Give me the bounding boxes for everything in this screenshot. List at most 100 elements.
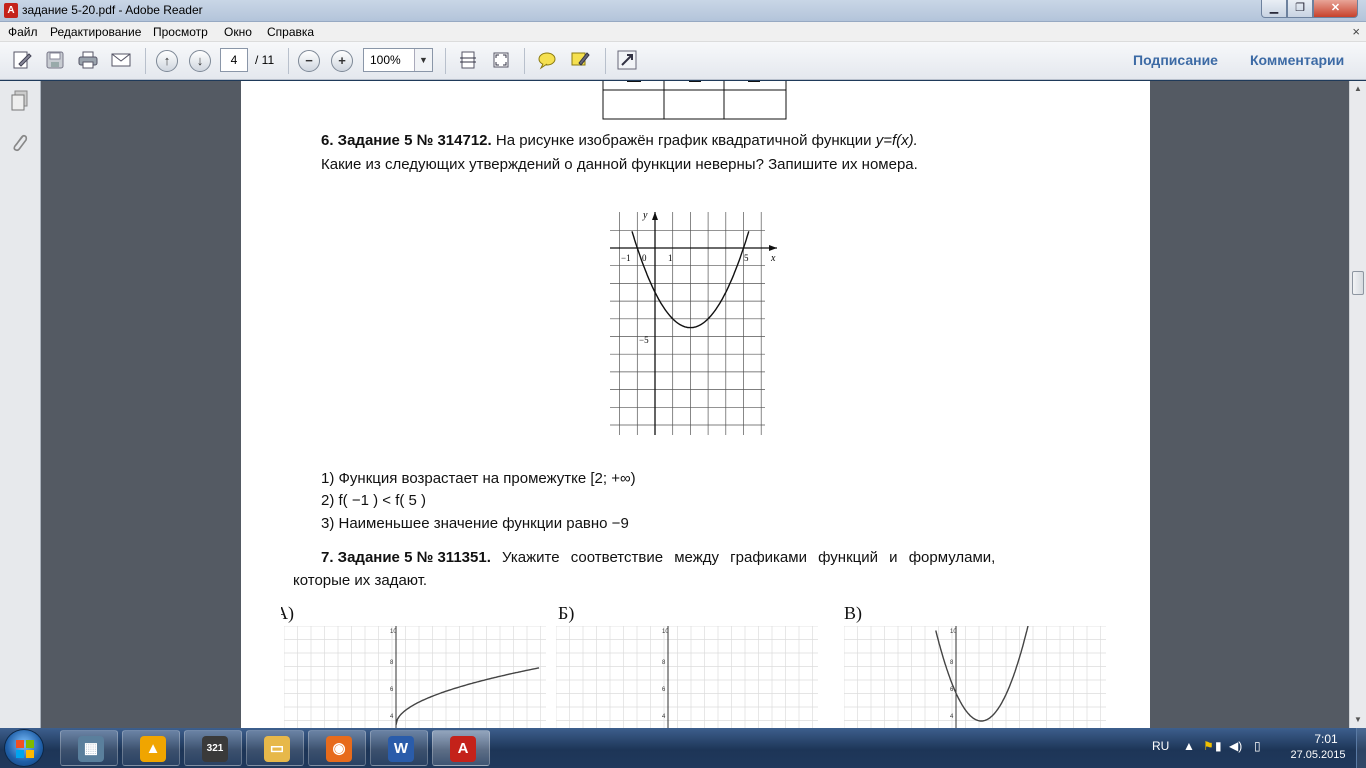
zoom-in-button[interactable]: + (331, 50, 353, 72)
chevron-down-icon[interactable]: ▼ (414, 49, 432, 71)
taskbar: ▦ ▲ 321 ▭ ◉ W A RU ▲ ⚑ ▮ ◀) ▯ 7:01 27.05.2015 (0, 728, 1366, 768)
menu-bar: Файл Редактирование Просмотр Окно Справк… (0, 22, 1366, 42)
tick-label-five: 5 (744, 253, 749, 263)
language-indicator[interactable]: RU (1152, 739, 1169, 753)
full-screen-icon[interactable] (488, 49, 514, 73)
graph-label-a: А) (281, 603, 294, 623)
start-button[interactable] (4, 729, 44, 767)
taskbar-app-firefox[interactable]: ◉ (308, 730, 366, 766)
graph-label-b: Б) (558, 603, 575, 623)
fit-page-icon[interactable] (455, 49, 481, 73)
statement-1: 1) Функция возрастает на промежутке [2; … (321, 470, 636, 487)
show-desktop-button[interactable] (1356, 728, 1366, 768)
graph-v: 10864 (844, 626, 1106, 728)
tick-label-minus1: −1 (621, 253, 631, 263)
task-6-number: 6. Задание 5 № 314712. (321, 132, 492, 149)
maximize-button[interactable]: ❐ (1287, 0, 1313, 18)
statement-3: 3) Наименьшее значение функции равно −9 (321, 515, 629, 532)
next-page-button[interactable]: ↓ (189, 50, 211, 72)
explorer-icon: ▭ (264, 736, 290, 762)
comments-panel-link[interactable]: Комментарии (1250, 52, 1344, 68)
tick-label-zero: 0 (642, 253, 647, 263)
tick-label-minus5: −5 (639, 335, 649, 345)
toolbar-separator (524, 48, 525, 74)
tick-label: 10 (662, 629, 669, 635)
graph-b: 10 8 6 4 (556, 626, 818, 728)
minimize-button[interactable]: ▁ (1261, 0, 1287, 18)
tick-label: 10 (390, 629, 397, 635)
close-button[interactable]: ✕ (1313, 0, 1358, 18)
graph-a: 10 8 6 4 (284, 626, 546, 728)
highlight-icon[interactable] (567, 49, 593, 73)
tick-label: 6 (662, 687, 666, 693)
scroll-down-icon[interactable]: ▼ (1350, 712, 1366, 728)
volume-icon[interactable]: ◀) (1229, 739, 1242, 753)
menu-file[interactable]: Файл (8, 25, 38, 39)
scroll-thumb[interactable] (1352, 271, 1364, 295)
task-7-text: Укажите соответствие между графиками фун… (490, 549, 996, 566)
tick-label: 10 (950, 629, 957, 635)
taskbar-app-word[interactable]: W (370, 730, 428, 766)
tick-label: 4 (950, 714, 954, 720)
close-document-icon[interactable]: × (1352, 24, 1360, 39)
task-7-line-2: которые их задают. (293, 572, 428, 589)
taskbar-app-adobe-reader[interactable]: A (432, 730, 490, 766)
page-thumbnails-icon[interactable] (9, 89, 31, 113)
graph-label-v: В) (844, 603, 862, 623)
task-6-line-1: 6. Задание 5 № 314712. На рисунке изобра… (321, 132, 918, 149)
clock-time[interactable]: 7:01 (1301, 732, 1351, 746)
save-icon[interactable] (42, 49, 68, 73)
zoom-out-button[interactable]: − (298, 50, 320, 72)
menu-edit[interactable]: Редактирование (50, 25, 141, 39)
window-title: задание 5-20.pdf - Adobe Reader (22, 3, 203, 17)
create-pdf-icon[interactable] (9, 49, 35, 73)
action-center-icon[interactable]: ⚑ (1203, 739, 1214, 753)
taskbar-app-aimp[interactable]: ▲ (122, 730, 180, 766)
pdf-page: 6. Задание 5 № 314712. На рисунке изобра… (241, 81, 1150, 728)
task-7-line-1: 7. Задание 5 № 311351. Укажите соответст… (321, 549, 995, 566)
toolbar-separator (605, 48, 606, 74)
menu-window[interactable]: Окно (224, 25, 252, 39)
menu-view[interactable]: Просмотр (153, 25, 208, 39)
zoom-select[interactable]: 100% ▼ (363, 48, 433, 72)
attachments-icon[interactable] (9, 131, 31, 155)
network-icon[interactable]: ▮ (1215, 739, 1222, 753)
adobe-reader-icon: A (4, 3, 18, 18)
statement-2: 2) f( −1 ) < f( 5 ) (321, 492, 427, 509)
sign-panel-link[interactable]: Подписание (1133, 52, 1218, 68)
media-player-classic-icon: 321 (202, 736, 228, 762)
battery-icon[interactable]: ▯ (1254, 739, 1261, 753)
clock-date[interactable]: 27.05.2015 (1283, 749, 1353, 761)
navigation-pane (0, 81, 41, 728)
adobe-reader-icon: A (450, 736, 476, 762)
email-icon[interactable] (108, 49, 134, 73)
x-axis-label: x (770, 253, 776, 264)
scroll-up-icon[interactable]: ▲ (1350, 81, 1366, 97)
taskbar-app-calculator[interactable]: ▦ (60, 730, 118, 766)
graph-grid (610, 212, 765, 435)
page-total-label: / 11 (255, 53, 275, 67)
print-icon[interactable] (75, 49, 101, 73)
tick-label: 4 (662, 714, 666, 720)
title-bar: A задание 5-20.pdf - Adobe Reader ▁ ❐ ✕ (0, 0, 1366, 22)
toolbar-separator (288, 48, 289, 74)
y-axis-arrow (652, 212, 658, 220)
document-view[interactable]: 6. Задание 5 № 314712. На рисунке изобра… (41, 81, 1349, 728)
calculator-icon: ▦ (78, 736, 104, 762)
y-axis-label: y (642, 210, 648, 221)
vertical-scrollbar[interactable]: ▲ ▼ (1349, 81, 1366, 728)
firefox-icon: ◉ (326, 736, 352, 762)
page-number-input[interactable]: 4 (220, 48, 248, 72)
previous-page-button[interactable]: ↑ (156, 50, 178, 72)
taskbar-app-explorer[interactable]: ▭ (246, 730, 304, 766)
zoom-value: 100% (370, 53, 401, 67)
x-axis-arrow (769, 245, 777, 251)
show-hidden-icons-icon[interactable]: ▲ (1183, 739, 1195, 753)
expand-toolbar-icon[interactable] (614, 49, 640, 73)
parabola-graph: y x −1 0 1 5 −5 (610, 210, 777, 435)
task-7-number: 7. Задание 5 № 311351. (321, 549, 491, 566)
taskbar-app-media-player-classic[interactable]: 321 (184, 730, 242, 766)
comment-icon[interactable] (534, 49, 560, 73)
menu-help[interactable]: Справка (267, 25, 314, 39)
word-icon: W (388, 736, 414, 762)
